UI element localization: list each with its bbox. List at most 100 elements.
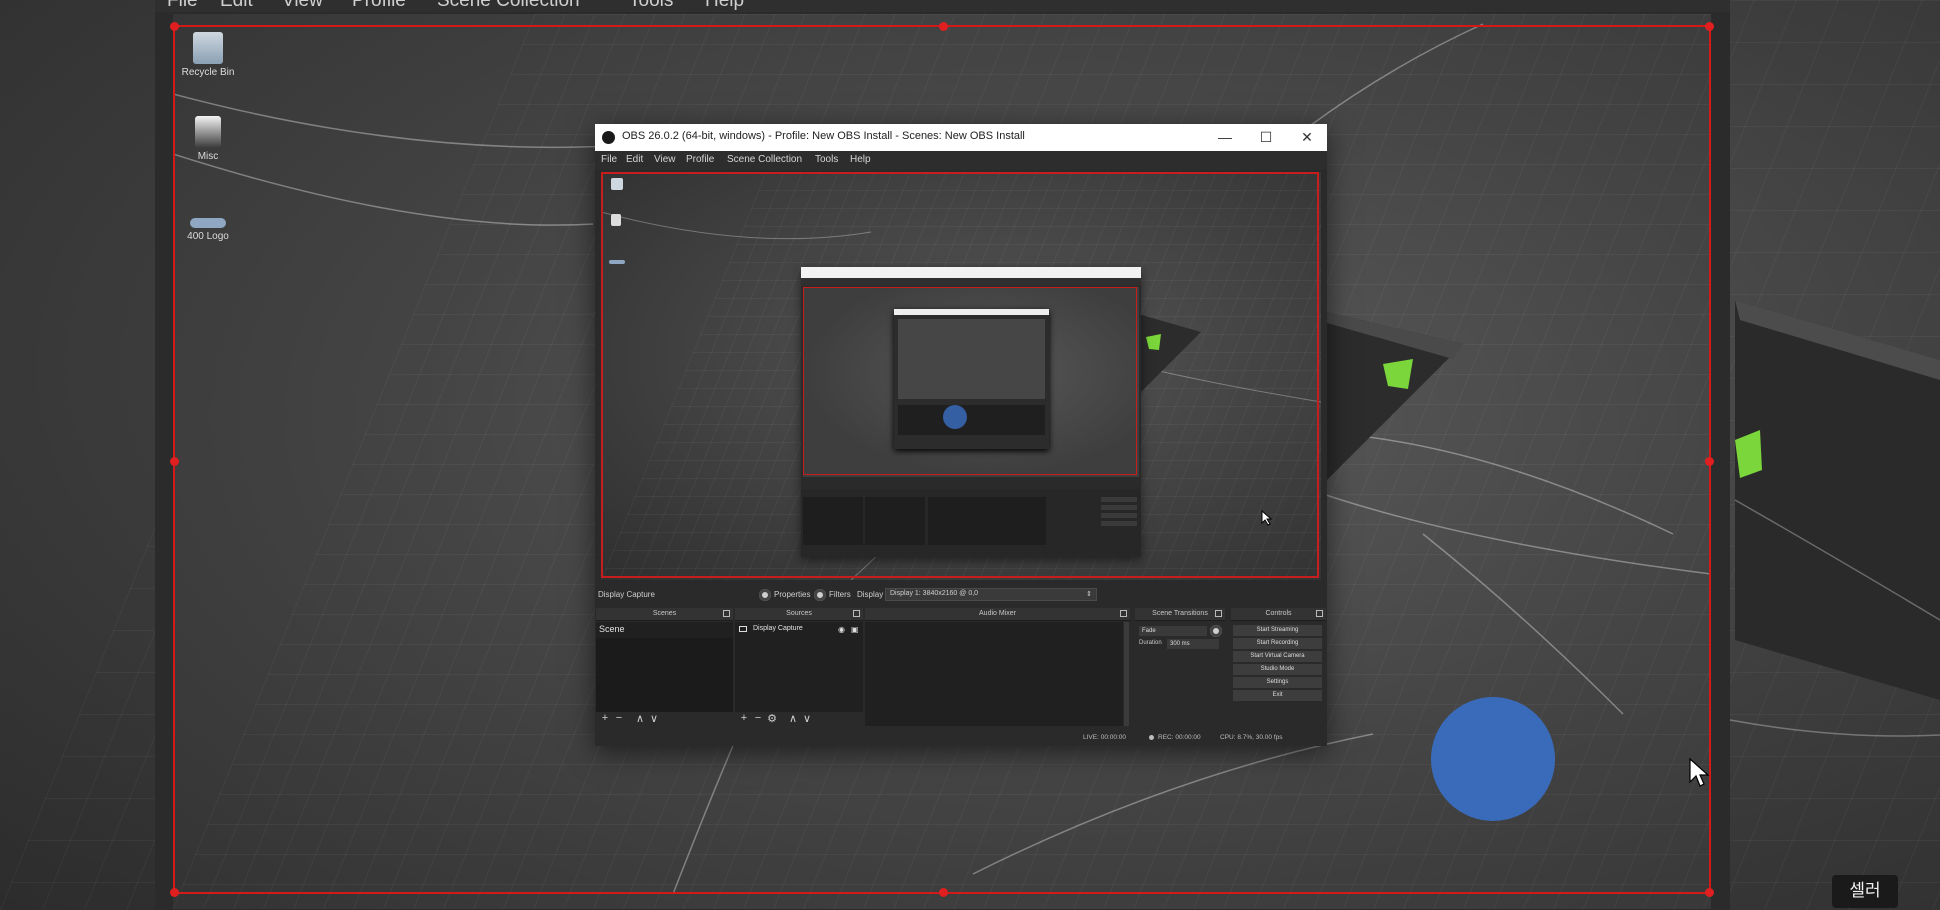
resize-handle-top-left[interactable] bbox=[170, 22, 179, 31]
move-source-up-button[interactable]: ∧ bbox=[787, 712, 799, 725]
dock-area: Scenes Scene + − ∧ ∨ Sources Display Cap… bbox=[595, 608, 1327, 730]
source-info-bar: Display Capture Properties Filters Displ… bbox=[595, 586, 1327, 606]
sources-dock: Sources Display Capture ◉ ▣ + − ⚙ ∧ ∨ bbox=[735, 608, 863, 730]
obs-menu-bar: File Edit View Profile Scene Collection … bbox=[595, 151, 1327, 170]
outer-menu-profile[interactable]: Profile bbox=[352, 0, 406, 12]
studio-mode-button[interactable]: Studio Mode bbox=[1233, 664, 1322, 675]
obs-title-bar[interactable]: OBS 26.0.2 (64-bit, windows) - Profile: … bbox=[595, 124, 1327, 151]
outer-menu-scene-collection[interactable]: Scene Collection bbox=[437, 0, 580, 12]
duration-input[interactable]: 300 ms bbox=[1167, 639, 1219, 649]
resize-handle-top[interactable] bbox=[939, 22, 948, 31]
transition-settings-gear-icon[interactable] bbox=[1210, 625, 1222, 637]
obs-window: OBS 26.0.2 (64-bit, windows) - Profile: … bbox=[595, 124, 1327, 746]
rec-timer: REC: 00:00:00 bbox=[1158, 734, 1201, 741]
undock-icon[interactable] bbox=[1120, 610, 1127, 617]
scenes-list[interactable]: Scene bbox=[596, 622, 733, 712]
filters-icon bbox=[814, 589, 826, 601]
obs-window-title: OBS 26.0.2 (64-bit, windows) - Profile: … bbox=[622, 130, 1025, 142]
lock-icon[interactable]: ▣ bbox=[851, 625, 859, 634]
controls-dock-header: Controls bbox=[1231, 608, 1326, 621]
outer-menu-help[interactable]: Help bbox=[705, 0, 744, 12]
scenes-dock-header: Scenes bbox=[596, 608, 733, 621]
properties-button[interactable]: Properties bbox=[774, 590, 810, 599]
live-timer: LIVE: 00:00:00 bbox=[1083, 734, 1127, 741]
undock-icon[interactable] bbox=[853, 610, 860, 617]
menu-profile[interactable]: Profile bbox=[686, 154, 714, 165]
move-source-down-button[interactable]: ∨ bbox=[801, 712, 813, 725]
scenes-dock: Scenes Scene + − ∧ ∨ bbox=[596, 608, 733, 730]
cpu-fps-readout: CPU: 8.7%, 30.00 fps bbox=[1220, 734, 1283, 741]
source-properties-button[interactable]: ⚙ bbox=[766, 712, 778, 725]
exit-button[interactable]: Exit bbox=[1233, 690, 1322, 701]
scene-transitions-dock-header: Scene Transitions bbox=[1135, 608, 1225, 621]
start-recording-button[interactable]: Start Recording bbox=[1233, 638, 1322, 649]
selected-source-name: Display Capture bbox=[598, 590, 655, 599]
menu-help[interactable]: Help bbox=[850, 154, 871, 165]
undock-icon[interactable] bbox=[1316, 610, 1323, 617]
start-virtual-camera-button[interactable]: Start Virtual Camera bbox=[1233, 651, 1322, 662]
menu-view[interactable]: View bbox=[654, 154, 676, 165]
scene-item[interactable]: Scene bbox=[599, 624, 625, 634]
mouse-cursor-icon bbox=[1689, 757, 1710, 787]
scenes-dock-title: Scenes bbox=[652, 610, 677, 617]
start-streaming-button[interactable]: Start Streaming bbox=[1233, 625, 1322, 636]
chevron-down-icon: ⇕ bbox=[1086, 591, 1092, 598]
scene-transitions-dock-title: Scene Transitions bbox=[1152, 610, 1208, 617]
undock-icon[interactable] bbox=[723, 610, 730, 617]
caption-badge: 셀러 bbox=[1832, 875, 1898, 908]
outer-menu-view[interactable]: View bbox=[282, 0, 323, 12]
menu-tools[interactable]: Tools bbox=[815, 154, 838, 165]
move-scene-down-button[interactable]: ∨ bbox=[648, 712, 660, 725]
remove-source-button[interactable]: − bbox=[752, 712, 764, 724]
maximize-button[interactable]: ☐ bbox=[1246, 124, 1286, 151]
display-select[interactable]: Display 1: 3840x2160 @ 0,0 ⇕ bbox=[885, 588, 1097, 601]
minimize-button[interactable]: — bbox=[1205, 124, 1245, 151]
outer-menu-tools[interactable]: Tools bbox=[629, 0, 673, 12]
sources-dock-header: Sources bbox=[735, 608, 863, 621]
close-button[interactable]: ✕ bbox=[1287, 124, 1327, 151]
outer-menu-file[interactable]: File bbox=[167, 0, 198, 12]
duration-label: Duration bbox=[1139, 640, 1162, 646]
audio-mixer-dock-title: Audio Mixer bbox=[979, 610, 1016, 617]
audio-mixer-area bbox=[865, 622, 1123, 726]
move-scene-up-button[interactable]: ∧ bbox=[634, 712, 646, 725]
controls-dock: Controls Start Streaming Start Recording… bbox=[1231, 608, 1326, 730]
audio-mixer-dock-header: Audio Mixer bbox=[865, 608, 1130, 621]
outer-menu-bar: File Edit View Profile Scene Collection … bbox=[155, 0, 1730, 12]
monitor-icon bbox=[739, 626, 747, 632]
filters-button[interactable]: Filters bbox=[829, 590, 851, 599]
sources-list[interactable]: Display Capture ◉ ▣ bbox=[735, 622, 863, 712]
resize-handle-bottom-right[interactable] bbox=[1705, 888, 1714, 897]
resize-handle-bottom[interactable] bbox=[939, 888, 948, 897]
audio-mixer-dock: Audio Mixer bbox=[865, 608, 1130, 730]
inner-selection-box[interactable] bbox=[601, 172, 1319, 578]
sources-toolbar: + − ⚙ ∧ ∨ bbox=[735, 712, 863, 726]
resize-handle-left[interactable] bbox=[170, 457, 179, 466]
record-dot-icon bbox=[1149, 735, 1154, 740]
obs-preview-canvas[interactable] bbox=[601, 172, 1321, 580]
menu-file[interactable]: File bbox=[601, 154, 617, 165]
eye-icon[interactable]: ◉ bbox=[838, 625, 845, 634]
resize-handle-top-right[interactable] bbox=[1705, 22, 1714, 31]
scene-transitions-dock: Scene Transitions Fade Duration 300 ms bbox=[1135, 608, 1225, 730]
transition-select[interactable]: Fade bbox=[1139, 626, 1207, 636]
scenes-toolbar: + − ∧ ∨ bbox=[596, 712, 733, 726]
outer-menu-edit[interactable]: Edit bbox=[220, 0, 253, 12]
remove-scene-button[interactable]: − bbox=[613, 712, 625, 724]
audio-mixer-scrollbar[interactable] bbox=[1124, 622, 1129, 726]
menu-scene-collection[interactable]: Scene Collection bbox=[727, 154, 802, 165]
resize-handle-bottom-left[interactable] bbox=[170, 888, 179, 897]
display-label: Display bbox=[857, 590, 884, 599]
resize-handle-right[interactable] bbox=[1705, 457, 1714, 466]
status-bar: LIVE: 00:00:00 REC: 00:00:00 CPU: 8.7%, … bbox=[595, 730, 1327, 746]
undock-icon[interactable] bbox=[1215, 610, 1222, 617]
add-source-button[interactable]: + bbox=[738, 712, 750, 724]
menu-edit[interactable]: Edit bbox=[626, 154, 643, 165]
settings-button[interactable]: Settings bbox=[1233, 677, 1322, 688]
add-scene-button[interactable]: + bbox=[599, 712, 611, 724]
source-item[interactable]: Display Capture bbox=[753, 625, 803, 632]
properties-gear-icon bbox=[759, 589, 771, 601]
obs-logo-icon bbox=[602, 131, 615, 144]
controls-dock-title: Controls bbox=[1265, 610, 1292, 617]
display-select-value: Display 1: 3840x2160 @ 0,0 bbox=[890, 590, 979, 597]
